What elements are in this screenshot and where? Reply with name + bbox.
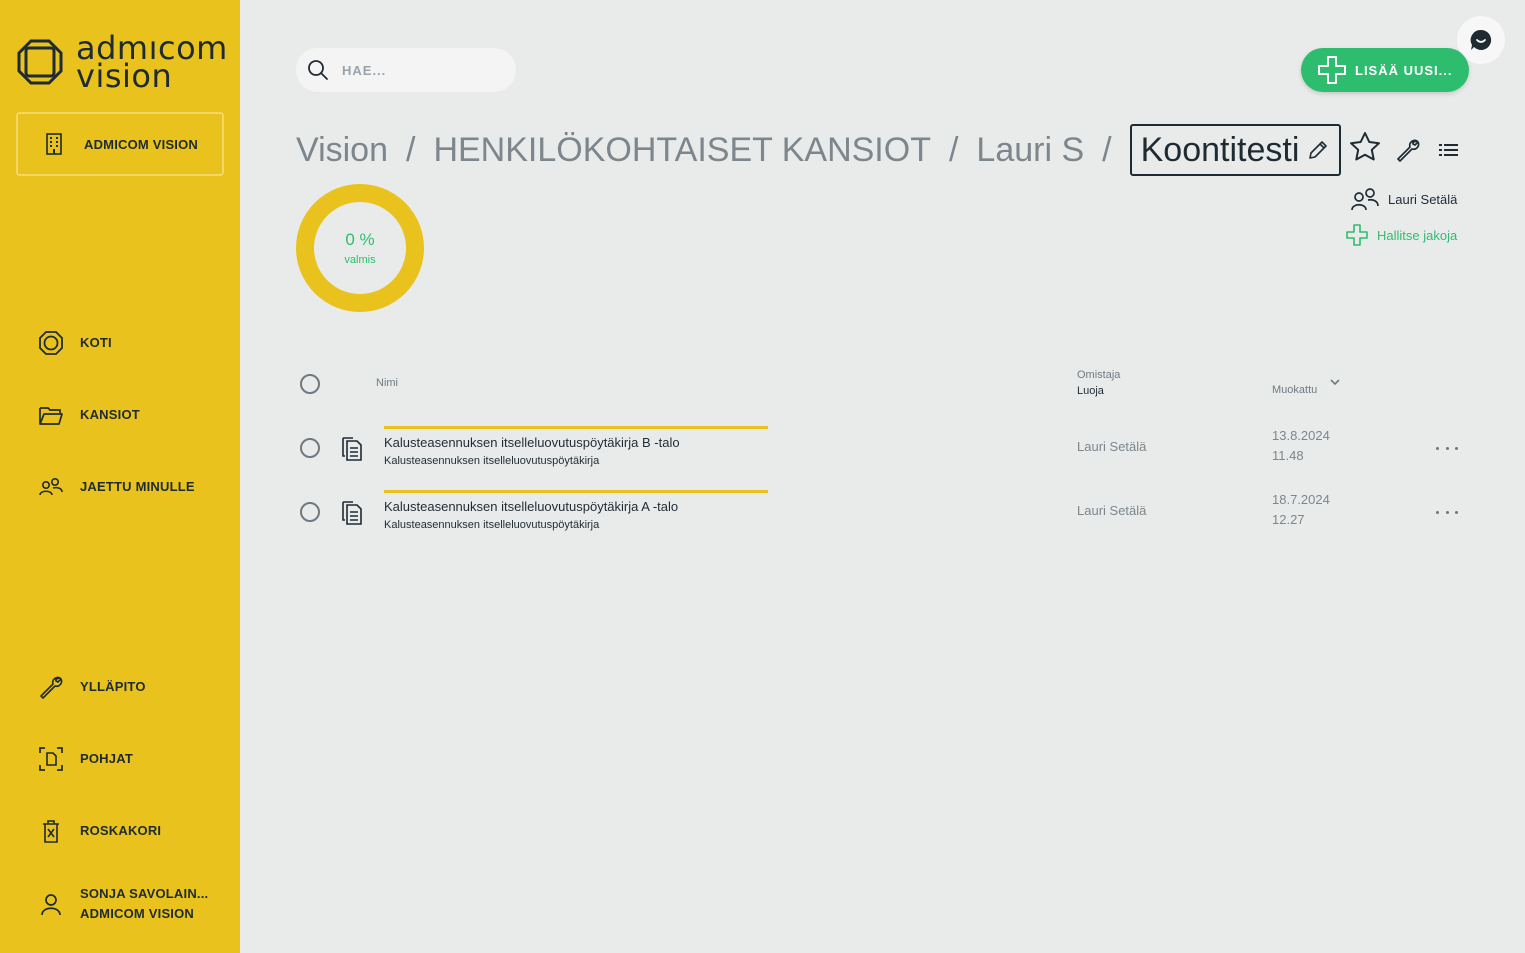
search-bar[interactable] — [296, 48, 516, 92]
user-label: SONJA SAVOLAIN... ADMICOM VISION — [80, 884, 208, 924]
folder-title-editor[interactable]: Koontitesti — [1129, 124, 1342, 176]
page-title: Koontitesti — [1140, 130, 1300, 169]
shared-users-icon — [38, 474, 64, 500]
logo-text: admıcom vision — [76, 32, 228, 92]
star-icon — [1350, 132, 1380, 161]
search-input[interactable] — [342, 62, 492, 78]
nav-label: POHJAT — [80, 751, 133, 766]
row-date: 18.7.2024 — [1272, 492, 1330, 507]
favorite-button[interactable] — [1348, 130, 1382, 164]
nav-item-yllapito[interactable]: YLLÄPITO — [38, 674, 146, 700]
sidebar: admıcom vision ADMICOM VISION KOTI KANSI… — [0, 0, 240, 953]
organization-selector[interactable]: ADMICOM VISION — [16, 112, 224, 176]
nav-label: KANSIOT — [80, 407, 140, 422]
row-type: Kalusteasennuksen itselleluovutuspöytäki… — [384, 519, 600, 531]
home-icon — [38, 330, 64, 356]
settings-button[interactable] — [1394, 136, 1422, 164]
row-status-bar — [384, 426, 768, 429]
nav-label: KOTI — [80, 335, 112, 350]
edit-pencil-icon — [1307, 139, 1329, 161]
document-icon — [342, 437, 362, 461]
add-new-label: LISÄÄ UUSI... — [1355, 62, 1453, 78]
user-org: ADMICOM VISION — [80, 906, 195, 921]
progress-ring: 0 % valmis — [296, 184, 424, 312]
row-more-menu-icon[interactable] — [1436, 441, 1458, 455]
folder-icon — [38, 402, 64, 428]
row-date: 13.8.2024 — [1272, 428, 1330, 443]
breadcrumb-separator: / — [948, 130, 959, 169]
breadcrumb-vision[interactable]: Vision — [296, 131, 388, 170]
user-menu[interactable]: SONJA SAVOLAIN... ADMICOM VISION — [38, 884, 208, 924]
row-modified: 18.7.2024 12.27 — [1272, 490, 1330, 530]
row-status-bar — [384, 490, 768, 493]
manage-shares-link[interactable]: Hallitse jakoja — [1345, 223, 1457, 247]
owner-name: Lauri Setälä — [1388, 191, 1458, 207]
nav-label: ROSKAKORI — [80, 823, 162, 838]
building-icon — [46, 133, 62, 155]
nav-label: JAETTU MINULLE — [80, 479, 195, 494]
nav-item-jaettu-minulle[interactable]: JAETTU MINULLE — [38, 474, 195, 500]
list-icon — [1439, 144, 1458, 156]
users-icon — [1351, 188, 1379, 211]
nav-item-kansiot[interactable]: KANSIOT — [38, 402, 140, 428]
row-more-menu-icon[interactable] — [1436, 505, 1458, 519]
wrench-icon — [38, 674, 64, 700]
user-name: SONJA SAVOLAIN... — [80, 886, 209, 901]
row-owner: Lauri Setälä — [1077, 503, 1147, 518]
folder-owner: Lauri Setälä — [1350, 186, 1457, 212]
nav-label: YLLÄPITO — [80, 679, 146, 694]
breadcrumb-henkilokohtaiset-kansiot[interactable]: HENKILÖKOHTAISET KANSIOT — [433, 131, 931, 170]
manage-shares-label: Hallitse jakoja — [1377, 227, 1458, 243]
breadcrumb-lauri-s[interactable]: Lauri S — [976, 131, 1084, 170]
wrench-icon — [1397, 139, 1420, 162]
row-select-checkbox[interactable] — [300, 438, 320, 458]
column-header-creator[interactable]: Luoja — [1077, 385, 1104, 397]
admicom-logo-icon — [17, 39, 63, 85]
row-owner: Lauri Setälä — [1077, 439, 1147, 454]
column-header-name[interactable]: Nimi — [376, 377, 398, 389]
row-type: Kalusteasennuksen itselleluovutuspöytäki… — [384, 455, 600, 467]
user-icon — [38, 891, 64, 917]
progress-labels: 0 % valmis — [296, 184, 424, 312]
organization-label: ADMICOM VISION — [84, 136, 199, 152]
select-all-checkbox[interactable] — [300, 374, 320, 394]
document-icon — [342, 501, 362, 525]
template-icon — [38, 746, 64, 772]
row-name[interactable]: Kalusteasennuksen itselleluovutuspöytäki… — [384, 435, 680, 450]
row-select-checkbox[interactable] — [300, 502, 320, 522]
add-new-button[interactable]: LISÄÄ UUSI... — [1301, 48, 1469, 92]
admicom-logo[interactable]: admıcom vision — [16, 32, 228, 92]
row-time: 12.27 — [1272, 512, 1305, 527]
column-header-owner[interactable]: Omistaja — [1077, 369, 1120, 381]
plus-icon — [1318, 56, 1346, 84]
nav-item-roskakori[interactable]: ROSKAKORI — [38, 818, 161, 844]
row-name[interactable]: Kalusteasennuksen itselleluovutuspöytäki… — [384, 499, 678, 514]
trash-icon — [38, 818, 64, 844]
progress-percent: 0 % — [345, 230, 375, 249]
column-header-modified[interactable]: Muokattu — [1272, 384, 1317, 396]
plus-icon — [1346, 224, 1368, 246]
row-time: 11.48 — [1272, 448, 1304, 463]
row-modified: 13.8.2024 11.48 — [1272, 426, 1330, 466]
breadcrumb-separator: / — [406, 130, 416, 169]
nav-item-pohjat[interactable]: POHJAT — [38, 746, 133, 772]
chat-icon — [1470, 29, 1492, 50]
breadcrumb: Vision / HENKILÖKOHTAISET KANSIOT / Laur… — [296, 124, 1342, 176]
list-view-button[interactable] — [1437, 140, 1461, 160]
progress-sub-label: valmis — [344, 254, 376, 266]
breadcrumb-separator: / — [1102, 130, 1112, 169]
chevron-down-icon[interactable] — [1329, 377, 1341, 387]
nav-item-koti[interactable]: KOTI — [38, 330, 112, 356]
search-icon — [308, 60, 328, 80]
